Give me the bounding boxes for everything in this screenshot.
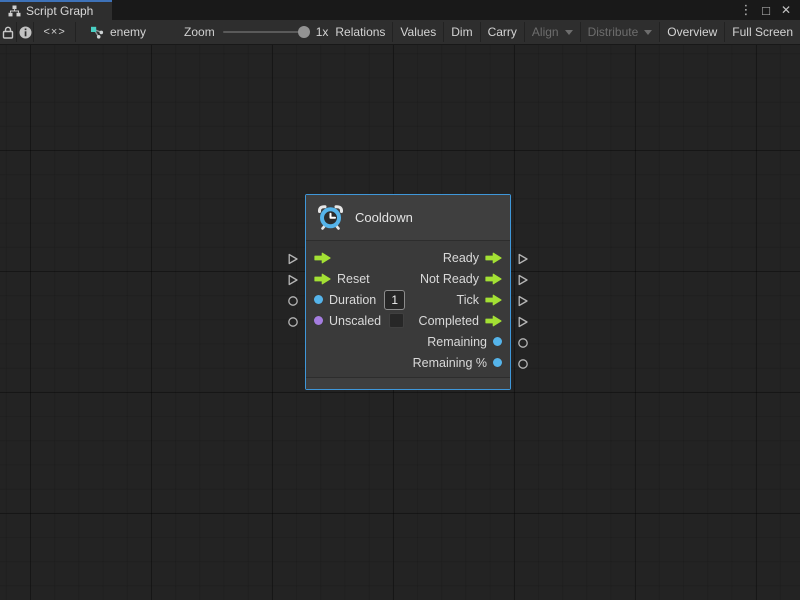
port-label: Duration bbox=[329, 293, 376, 307]
zoom-control: Zoom 1x bbox=[184, 20, 328, 44]
code-preview-button[interactable]: <×> bbox=[34, 20, 75, 44]
input-port-row: Reset bbox=[314, 268, 405, 289]
flow-output-port[interactable] bbox=[517, 294, 529, 306]
port-label: Ready bbox=[443, 251, 479, 265]
output-port-row: Remaining bbox=[413, 331, 502, 352]
output-port-row: Tick bbox=[413, 289, 502, 310]
flow-output-port[interactable] bbox=[517, 315, 529, 327]
distribute-button-label: Distribute bbox=[588, 25, 639, 39]
green-arrow-icon[interactable] bbox=[485, 252, 502, 264]
lock-button[interactable] bbox=[0, 20, 16, 44]
green-arrow-icon[interactable] bbox=[314, 252, 331, 264]
info-button[interactable] bbox=[17, 20, 33, 44]
graph-icon bbox=[90, 26, 104, 39]
port-label: Unscaled bbox=[329, 314, 381, 328]
flow-output-port[interactable] bbox=[517, 252, 529, 264]
node-body: Reset Duration 1 Unscaled Ready bbox=[306, 241, 510, 373]
port-label: Completed bbox=[419, 314, 479, 328]
toolbar-right-buttons: Relations Values Dim Carry Align Distrib… bbox=[328, 20, 800, 44]
output-port-row: Ready bbox=[413, 247, 502, 268]
port-label: Remaining % bbox=[413, 356, 487, 370]
zoom-label: Zoom bbox=[184, 25, 215, 39]
tab-script-graph[interactable]: Script Graph bbox=[0, 0, 112, 20]
relations-button[interactable]: Relations bbox=[328, 20, 392, 44]
value-output-port[interactable] bbox=[517, 336, 529, 348]
alarm-clock-icon bbox=[317, 204, 344, 231]
green-arrow-icon[interactable] bbox=[485, 315, 502, 327]
node-title: Cooldown bbox=[355, 210, 413, 225]
breadcrumb[interactable]: enemy bbox=[76, 20, 156, 44]
breadcrumb-label: enemy bbox=[110, 25, 146, 39]
close-icon[interactable]: ✕ bbox=[778, 2, 794, 18]
port-label: Not Ready bbox=[420, 272, 479, 286]
input-ports: Reset Duration 1 Unscaled bbox=[314, 247, 405, 373]
distribute-button[interactable]: Distribute bbox=[581, 20, 660, 44]
output-port-row: Completed bbox=[413, 310, 502, 331]
unscaled-checkbox[interactable] bbox=[389, 313, 404, 328]
zoom-slider-handle[interactable] bbox=[298, 26, 310, 38]
chevron-down-icon bbox=[565, 30, 573, 35]
chevron-down-icon bbox=[644, 30, 652, 35]
values-button[interactable]: Values bbox=[393, 20, 443, 44]
blue-dot-icon[interactable] bbox=[314, 295, 323, 304]
port-label: Remaining bbox=[427, 335, 487, 349]
green-arrow-icon[interactable] bbox=[314, 273, 331, 285]
port-label: Tick bbox=[457, 293, 479, 307]
input-port-row bbox=[314, 247, 405, 268]
value-input-port[interactable] bbox=[287, 315, 299, 327]
green-arrow-icon[interactable] bbox=[485, 273, 502, 285]
duration-value-field[interactable]: 1 bbox=[384, 290, 405, 310]
align-button-label: Align bbox=[532, 25, 559, 39]
flow-input-port[interactable] bbox=[287, 252, 299, 264]
purple-dot-icon[interactable] bbox=[314, 316, 323, 325]
graph-canvas[interactable]: Cooldown Reset Durat bbox=[0, 45, 800, 600]
flow-output-port[interactable] bbox=[517, 273, 529, 285]
align-button[interactable]: Align bbox=[525, 20, 580, 44]
full-screen-button[interactable]: Full Screen bbox=[725, 20, 800, 44]
titlebar: Script Graph ⋮ □ ✕ bbox=[0, 0, 800, 20]
value-output-port[interactable] bbox=[517, 357, 529, 369]
graph-hierarchy-icon bbox=[8, 5, 21, 17]
carry-button[interactable]: Carry bbox=[481, 20, 524, 44]
output-port-row: Remaining % bbox=[413, 352, 502, 373]
blue-dot-icon[interactable] bbox=[493, 337, 502, 346]
zoom-value: 1x bbox=[316, 25, 329, 39]
value-input-port[interactable] bbox=[287, 294, 299, 306]
port-label: Reset bbox=[337, 272, 370, 286]
lock-icon bbox=[2, 26, 14, 39]
maximize-icon[interactable]: □ bbox=[758, 2, 774, 18]
output-port-row: Not Ready bbox=[413, 268, 502, 289]
green-arrow-icon[interactable] bbox=[485, 294, 502, 306]
toolbar: <×> enemy Zoom 1x Relations Values Dim C… bbox=[0, 20, 800, 45]
overview-button[interactable]: Overview bbox=[660, 20, 724, 44]
info-icon bbox=[19, 26, 32, 39]
window-controls: ⋮ □ ✕ bbox=[738, 0, 800, 20]
node-footer bbox=[306, 377, 510, 389]
tab-title: Script Graph bbox=[26, 4, 93, 18]
dim-button[interactable]: Dim bbox=[444, 20, 479, 44]
input-port-row: Duration 1 bbox=[314, 289, 405, 310]
input-port-row: Unscaled bbox=[314, 310, 405, 331]
node-header[interactable]: Cooldown bbox=[306, 195, 510, 241]
blue-dot-icon[interactable] bbox=[493, 358, 502, 367]
zoom-slider[interactable] bbox=[223, 31, 308, 33]
cooldown-node[interactable]: Cooldown Reset Durat bbox=[305, 194, 511, 390]
output-ports: Ready Not Ready Tick bbox=[413, 247, 502, 373]
kebab-menu-icon[interactable]: ⋮ bbox=[738, 2, 754, 18]
flow-input-port[interactable] bbox=[287, 273, 299, 285]
